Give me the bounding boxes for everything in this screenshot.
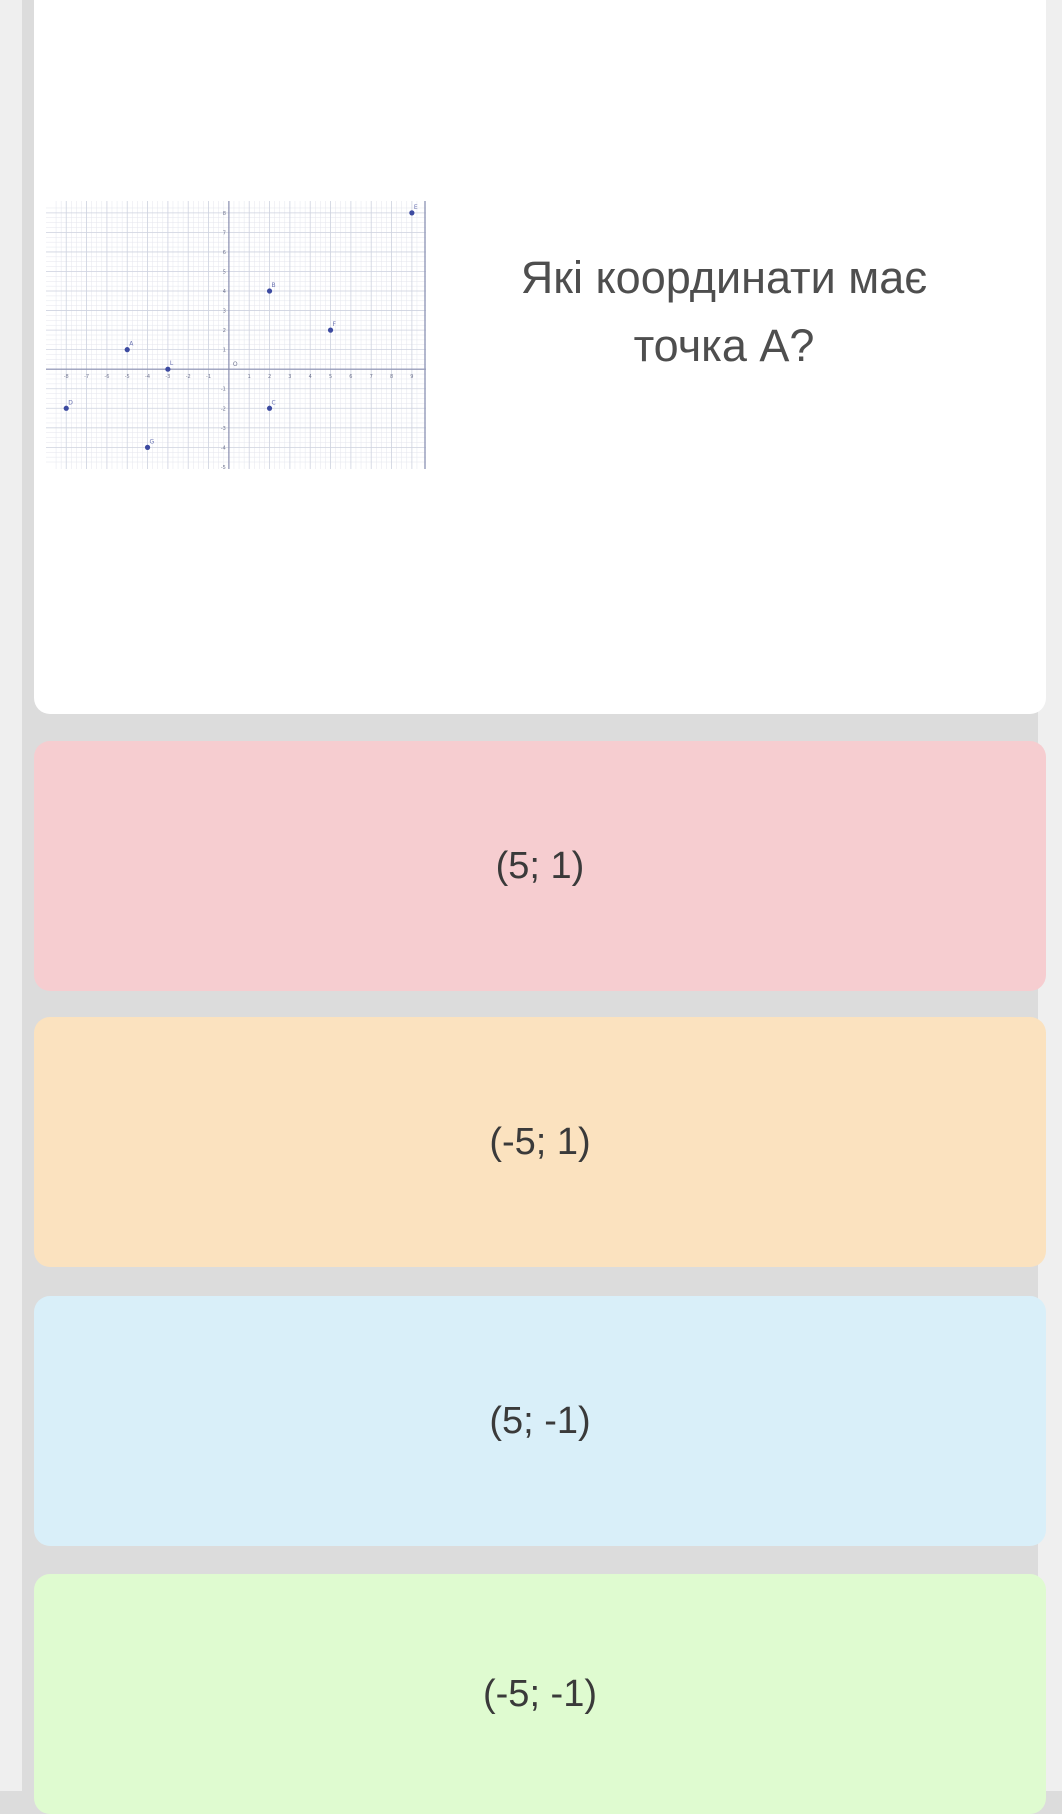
answer-option-3-label: (5; -1) (489, 1399, 591, 1442)
point-label-g: G (150, 438, 155, 445)
x-tick-label: 5 (329, 374, 332, 380)
y-tick-label: -3 (221, 426, 226, 432)
point-label-b: B (272, 282, 276, 289)
y-tick-label: 8 (223, 211, 226, 217)
x-tick-label: -8 (64, 374, 69, 380)
y-tick-label: -4 (221, 445, 226, 451)
x-tick-label: 7 (370, 374, 373, 380)
question-line-1: Які координати має (520, 252, 928, 303)
y-tick-label: -5 (221, 465, 226, 469)
answer-option-1[interactable]: (5; 1) (34, 741, 1046, 991)
y-tick-label: 2 (223, 328, 226, 334)
y-tick-label: 4 (223, 289, 226, 295)
x-tick-label: -7 (84, 374, 89, 380)
x-tick-label: 6 (349, 374, 352, 380)
x-tick-label: 4 (309, 374, 312, 380)
question-line-2: точка А? (633, 320, 815, 371)
question-card: -8 -7 -6 -5 -4 -3 -2 -1 1 2 3 4 5 6 7 8 9 -5 -4 -3 -2 -1 1 2 3 4 5… (34, 0, 1046, 714)
x-tick-label: 8 (390, 374, 393, 380)
answer-option-3[interactable]: (5; -1) (34, 1296, 1046, 1546)
origin-label: O (233, 361, 238, 368)
answer-option-4-label: (-5; -1) (483, 1672, 597, 1715)
answer-option-4[interactable]: (-5; -1) (34, 1574, 1046, 1814)
point-label-e: E (414, 204, 418, 211)
x-tick-label: -1 (206, 374, 211, 380)
x-tick-label: -3 (165, 374, 170, 380)
answer-option-2-label: (-5; 1) (489, 1120, 591, 1163)
x-tick-label: -4 (145, 374, 150, 380)
point-e (409, 210, 415, 216)
coordinate-plane: -8 -7 -6 -5 -4 -3 -2 -1 1 2 3 4 5 6 7 8 9 -5 -4 -3 -2 -1 1 2 3 4 5… (46, 201, 426, 469)
y-tick-label: 1 (223, 348, 226, 354)
point-label-f: F (333, 321, 337, 328)
y-tick-label: 6 (223, 250, 226, 256)
y-tick-label: 5 (223, 269, 226, 275)
coordinate-graph: -8 -7 -6 -5 -4 -3 -2 -1 1 2 3 4 5 6 7 8 9 -5 -4 -3 -2 -1 1 2 3 4 5… (46, 201, 426, 469)
answer-option-2[interactable]: (-5; 1) (34, 1017, 1046, 1267)
x-tick-label: -5 (125, 374, 130, 380)
x-tick-label: 9 (410, 374, 413, 380)
x-tick-label: -2 (186, 374, 191, 380)
point-f (327, 327, 334, 333)
point-a (124, 347, 130, 353)
y-tick-label: -2 (221, 406, 226, 412)
answer-option-1-label: (5; 1) (495, 844, 585, 887)
point-d (63, 405, 69, 411)
point-b (266, 288, 273, 294)
y-tick-label: -1 (221, 387, 226, 393)
point-l (165, 366, 171, 372)
x-tick-label: 3 (288, 374, 291, 380)
x-tick-label: 2 (268, 374, 271, 380)
left-margin (0, 0, 22, 1791)
question-text: Які координати має точка А? (484, 244, 964, 380)
point-label-c: C (272, 399, 276, 406)
y-tick-label: 3 (223, 309, 226, 315)
x-tick-label: -6 (104, 374, 109, 380)
point-label-d: D (68, 399, 73, 406)
y-tick-label: 7 (223, 230, 226, 236)
point-g (144, 444, 151, 450)
point-c (266, 405, 273, 411)
x-tick-label: 1 (248, 374, 251, 380)
